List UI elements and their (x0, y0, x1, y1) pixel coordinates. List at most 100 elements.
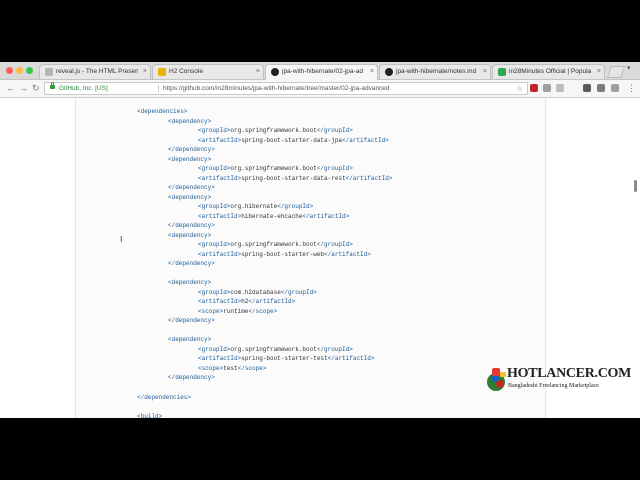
xml-tag: <dependency> (168, 232, 212, 239)
watermark-name: HOTLANCER.COM (507, 366, 632, 381)
h2-favicon-icon (158, 68, 166, 76)
star-icon[interactable]: ☆ (516, 83, 523, 94)
reveal-favicon-icon (45, 68, 53, 76)
tab-in28minutes[interactable]: in28Minutes Official | Popula × (492, 64, 605, 79)
code-line: <build> (137, 413, 162, 418)
tab-title: jpa-with-hibernate/notes.md a (396, 68, 478, 75)
extension-icon[interactable] (543, 84, 551, 92)
window-close-button[interactable] (6, 67, 13, 74)
xml-tag: <dependencies> (137, 108, 188, 115)
xml-tag: </dependency> (168, 222, 215, 229)
code-line: </dependency> (168, 317, 215, 325)
xml-text: com.h2database (230, 289, 281, 296)
xml-tag: <artifactId> (198, 137, 242, 144)
xml-tag: </groupId> (316, 241, 353, 248)
xml-tag: </dependency> (168, 374, 215, 381)
code-line: <dependency> (168, 232, 211, 240)
code-line: </dependency> (168, 260, 215, 268)
xml-tag: <build> (137, 413, 163, 418)
forward-button[interactable]: → (19, 81, 28, 96)
tab-title: H2 Console (169, 68, 203, 75)
extension-icon[interactable] (611, 84, 619, 92)
xml-tag: </artifactId> (248, 298, 296, 305)
hotlancer-logo-icon (487, 368, 506, 391)
address-bar[interactable]: GitHub, Inc. [US] https://github.com/in2… (44, 82, 528, 95)
code-line: <artifactId>spring-boot-starter-web</art… (198, 251, 371, 259)
xml-text: hibernate-ehcache (241, 213, 303, 220)
menu-icon[interactable]: ⋮ (627, 81, 636, 96)
tab-notes-md[interactable]: jpa-with-hibernate/notes.md a × (379, 64, 491, 79)
xml-tag: </scope> (248, 308, 278, 315)
xml-text: org.hibernate (230, 203, 278, 210)
xml-tag: <dependency> (168, 118, 212, 125)
xml-tag: <groupId> (198, 165, 231, 172)
xml-tag: </artifactId> (302, 213, 350, 220)
xml-tag: <groupId> (198, 346, 231, 353)
xml-tag: <artifactId> (198, 298, 242, 305)
tab-close-icon[interactable]: × (483, 66, 487, 78)
hotlancer-watermark: HOTLANCER.COM Bangladeshi Freelancing Ma… (486, 364, 631, 400)
back-button[interactable]: ← (6, 81, 15, 96)
new-tab-button[interactable] (607, 66, 625, 78)
reload-button[interactable]: ↻ (32, 81, 40, 96)
extension-icon[interactable] (597, 84, 605, 92)
window-minimize-button[interactable] (16, 67, 23, 74)
scrollbar-thumb[interactable] (634, 180, 637, 192)
code-line: <dependencies> (137, 108, 187, 116)
xml-tag: </dependency> (168, 260, 215, 267)
code-line: <groupId>org.springframework.boot</group… (198, 165, 353, 173)
code-line: </dependency> (168, 222, 215, 230)
code-line: <groupId>org.springframework.boot</group… (198, 127, 353, 135)
xml-text: org.springframework.boot (230, 241, 317, 248)
code-line: <artifactId>h2</artifactId> (198, 298, 295, 306)
xml-text: spring-boot-starter-web (241, 251, 325, 258)
xml-tag: </artifactId> (324, 251, 371, 258)
code-line: <dependency> (168, 194, 211, 202)
github-icon (385, 68, 393, 76)
xml-text: org.springframework.boot (230, 127, 317, 134)
code-line: <artifactId>spring-boot-starter-data-res… (198, 175, 392, 183)
xml-tag: <groupId> (198, 241, 231, 248)
xml-tag: <groupId> (198, 203, 231, 210)
extension-icon[interactable] (530, 84, 538, 92)
url-text[interactable]: https://github.com/in28minutes/jpa-with-… (163, 83, 390, 94)
window-menu-icon[interactable]: ▾ (627, 64, 631, 72)
code-line: </dependencies> (137, 394, 191, 402)
xml-tag: </artifactId> (342, 137, 389, 144)
xml-text: runtime (223, 308, 249, 315)
xml-tag: </groupId> (280, 289, 317, 296)
tab-title: jpa-with-hibernate/02-jpa-ad (282, 68, 363, 75)
code-line: </dependency> (168, 374, 215, 382)
github-icon (271, 68, 279, 76)
tab-title: in28Minutes Official | Popula (509, 68, 592, 75)
xml-tag: </artifactId> (327, 355, 375, 362)
code-line: </dependency> (168, 184, 215, 192)
tab-jpa-advanced[interactable]: jpa-with-hibernate/02-jpa-ad × (265, 64, 378, 80)
extension-icon[interactable] (556, 84, 564, 92)
tab-close-icon[interactable]: × (597, 66, 601, 78)
code-line: <groupId>org.hibernate</groupId> (198, 203, 313, 211)
xml-tag: </groupId> (316, 165, 353, 172)
watermark-tagline: Bangladeshi Freelancing Marketplace (508, 383, 599, 389)
xml-text: spring-boot-starter-test (241, 355, 328, 362)
xml-text: org.springframework.boot (230, 346, 317, 353)
xml-tag: </groupId> (277, 203, 314, 210)
xml-tag: <dependency> (168, 279, 212, 286)
code-line: <artifactId>spring-boot-starter-data-jpa… (198, 137, 389, 145)
xml-text: spring-boot-starter-data-jpa (241, 137, 343, 144)
tab-close-icon[interactable]: × (256, 66, 260, 78)
tab-close-icon[interactable]: × (370, 66, 374, 78)
ev-certificate-label[interactable]: GitHub, Inc. [US] (59, 83, 108, 94)
code-line: <dependency> (168, 118, 211, 126)
xml-tag: <artifactId> (198, 251, 242, 258)
window-maximize-button[interactable] (26, 67, 33, 74)
tab-h2-console[interactable]: H2 Console × (152, 64, 264, 79)
extension-icon[interactable] (583, 84, 591, 92)
xml-text: spring-boot-starter-data-rest (241, 175, 346, 182)
tab-close-icon[interactable]: × (143, 66, 147, 78)
tab-revealjs[interactable]: reveal.js - The HTML Presenta × (39, 64, 151, 79)
url-divider (158, 85, 159, 92)
xml-tag: </scope> (237, 365, 267, 372)
xml-tag: <scope> (198, 365, 224, 372)
xml-tag: </dependencies> (137, 394, 192, 401)
